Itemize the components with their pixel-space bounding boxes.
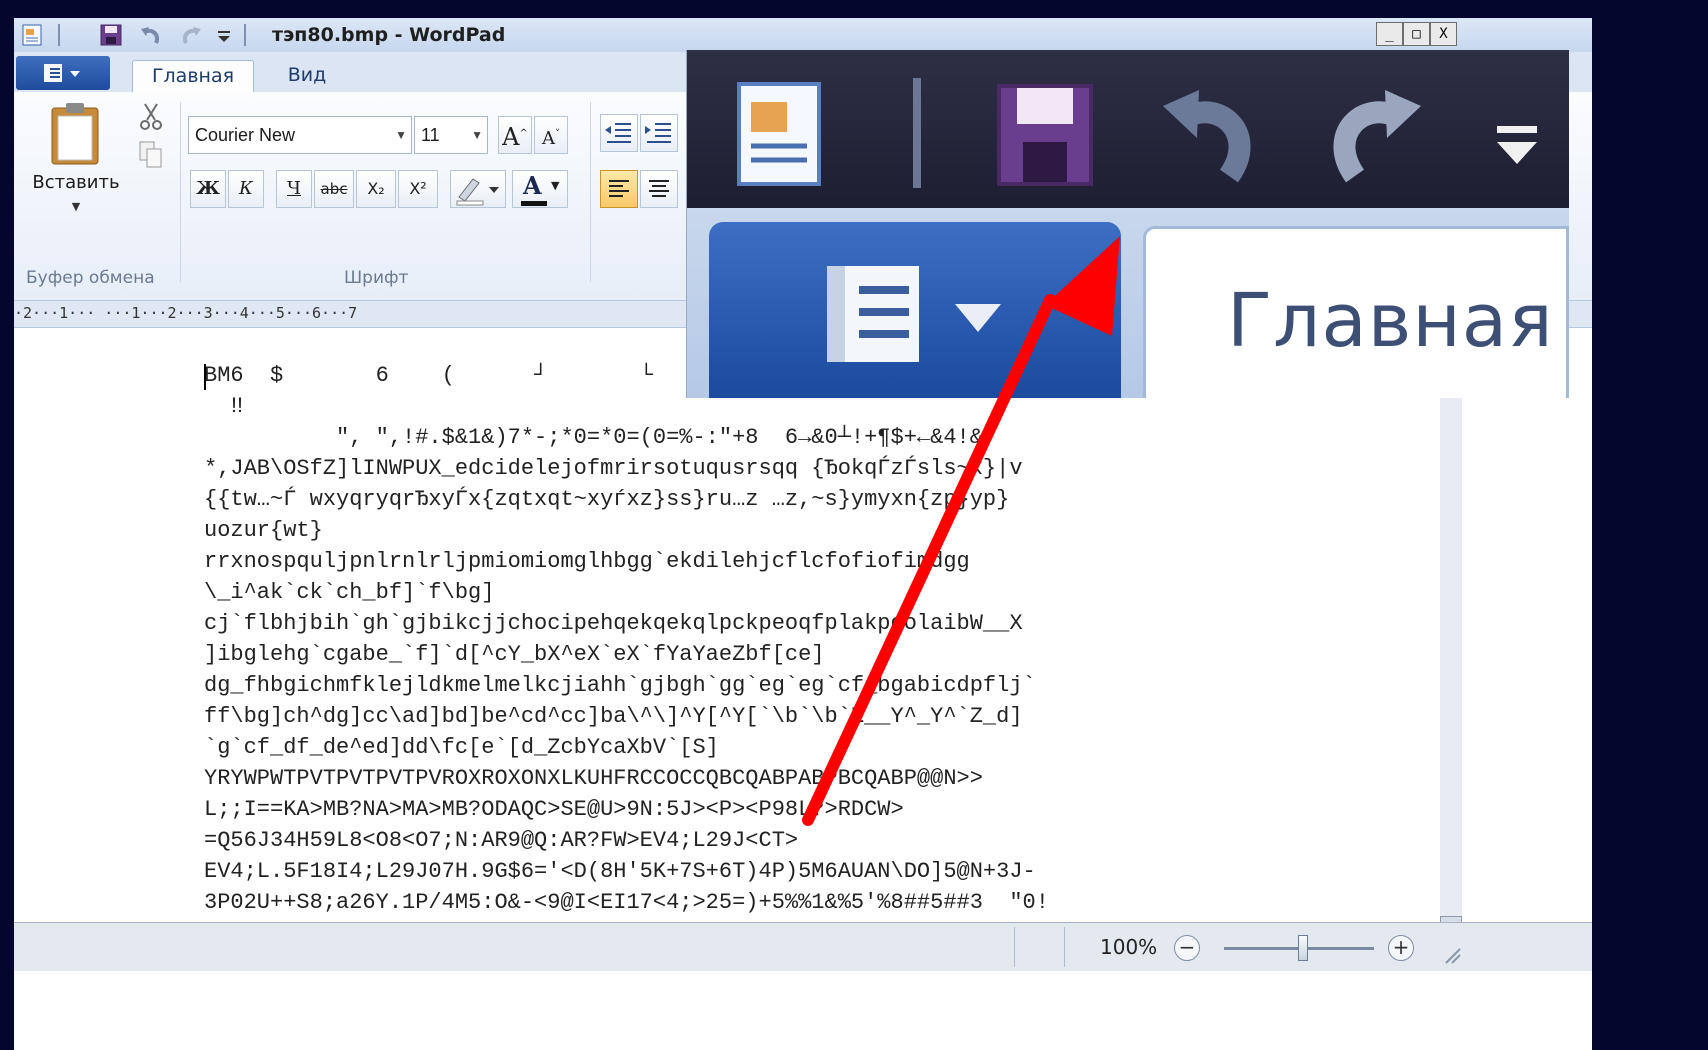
pointer-arrow [802,236,1120,826]
arrow-head [1045,236,1120,336]
arrow-shaft [802,294,1056,826]
